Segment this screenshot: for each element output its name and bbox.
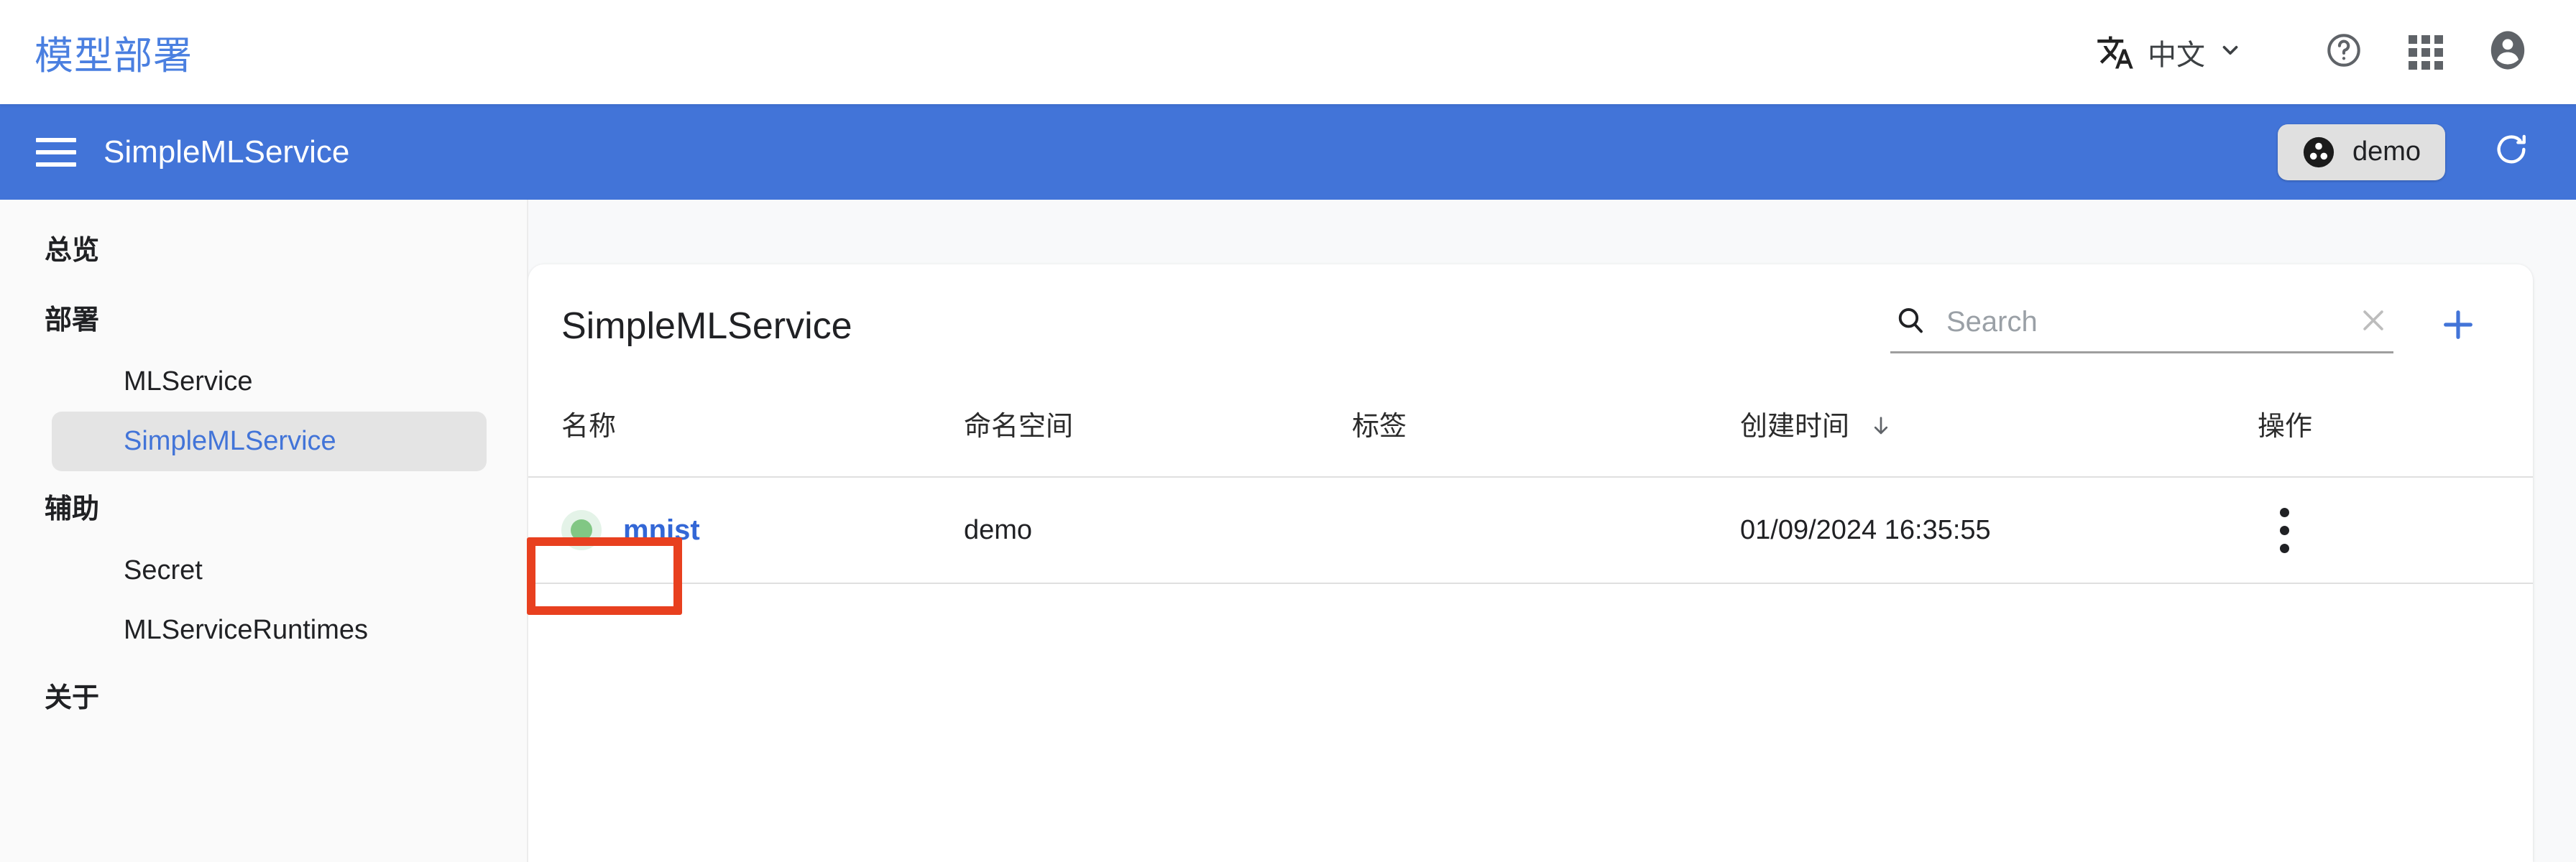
page-title: 模型部署 xyxy=(34,34,193,78)
close-icon[interactable] xyxy=(2358,305,2389,340)
card-header: SimpleMLService xyxy=(528,264,2533,384)
sidebar-item-overview[interactable]: 总览 xyxy=(0,213,527,282)
refresh-button[interactable] xyxy=(2483,124,2540,181)
resource-name-link[interactable]: mnist xyxy=(623,514,700,547)
translate-icon xyxy=(2096,33,2135,72)
name-cell-content: mnist xyxy=(561,510,964,550)
table-header-row: 名称 命名空间 标签 创建时间 操作 xyxy=(528,384,2533,478)
sidebar-item-mlservice[interactable]: MLService xyxy=(52,352,487,412)
sidebar-item-simplemlservice[interactable]: SimpleMLService xyxy=(52,412,487,471)
cell-actions xyxy=(2258,477,2533,584)
card-title: SimpleMLService xyxy=(561,305,852,347)
sidebar-item-secret[interactable]: Secret xyxy=(52,541,487,601)
cell-created-at: 01/09/2024 16:35:55 xyxy=(1740,477,2258,584)
search-input[interactable] xyxy=(1945,305,2358,339)
status-badge xyxy=(561,510,602,550)
search-icon xyxy=(1895,305,1926,340)
help-button[interactable] xyxy=(2316,24,2372,80)
language-selector[interactable]: 中文 xyxy=(2096,32,2242,73)
language-label: 中文 xyxy=(2148,39,2205,71)
cell-labels xyxy=(1352,477,1740,584)
resource-table: 名称 命名空间 标签 创建时间 操作 mnist demo 01/09/2024… xyxy=(528,384,2533,692)
sidebar-item-mlserviceruntimes[interactable]: MLServiceRuntimes xyxy=(52,601,487,660)
sidebar-section-about[interactable]: 关于 xyxy=(0,660,527,730)
sidebar-section-deployment[interactable]: 部署 xyxy=(0,282,527,352)
column-header-actions[interactable]: 操作 xyxy=(2258,384,2533,478)
add-button[interactable] xyxy=(2429,297,2487,355)
app-bar-title: SimpleMLService xyxy=(104,134,350,170)
account-circle-icon xyxy=(2487,29,2529,75)
top-bar: 模型部署 中文 xyxy=(0,0,2576,104)
table-header: 名称 命名空间 标签 创建时间 操作 xyxy=(528,384,2533,478)
column-header-namespace[interactable]: 命名空间 xyxy=(964,384,1352,478)
namespace-icon xyxy=(2302,136,2335,169)
resource-list-card: SimpleMLService Search 名称 命名空间 标签 创建时间 操… xyxy=(528,264,2533,862)
refresh-icon xyxy=(2493,131,2530,172)
apps-grid-icon xyxy=(2409,34,2443,70)
main-content: SimpleMLService Search 名称 命名空间 标签 创建时间 操… xyxy=(528,200,2576,862)
column-header-created-at[interactable]: 创建时间 xyxy=(1740,384,2258,478)
apps-button[interactable] xyxy=(2398,24,2454,80)
namespace-chip-label: demo xyxy=(2352,136,2421,167)
account-button[interactable] xyxy=(2480,24,2536,80)
column-header-name[interactable]: 名称 xyxy=(528,384,964,478)
cell-namespace: demo xyxy=(964,477,1352,584)
column-header-labels[interactable]: 标签 xyxy=(1352,384,1740,478)
chevron-down-icon xyxy=(2218,38,2242,66)
table-body: mnist demo 01/09/2024 16:35:55 xyxy=(528,477,2533,692)
cell-name: mnist xyxy=(528,477,964,584)
column-header-created-at-label: 创建时间 xyxy=(1740,412,1850,442)
table-empty-cell xyxy=(528,583,2533,692)
help-circle-icon xyxy=(2324,31,2363,73)
table-empty-row xyxy=(528,583,2533,692)
table-row[interactable]: mnist demo 01/09/2024 16:35:55 xyxy=(528,477,2533,584)
arrow-down-icon xyxy=(1857,412,1893,442)
app-bar: SimpleMLService demo xyxy=(0,104,2576,200)
hamburger-menu-icon[interactable] xyxy=(36,130,76,175)
topbar-actions: 中文 xyxy=(2096,24,2536,80)
plus-icon xyxy=(2439,305,2478,348)
namespace-chip[interactable]: demo xyxy=(2277,124,2445,180)
sidebar-section-auxiliary[interactable]: 辅助 xyxy=(0,471,527,541)
more-vert-icon[interactable] xyxy=(2258,507,2311,553)
search-box[interactable] xyxy=(1890,299,2393,353)
sidebar: 总览 部署 MLService SimpleMLService 辅助 Secre… xyxy=(0,200,528,862)
